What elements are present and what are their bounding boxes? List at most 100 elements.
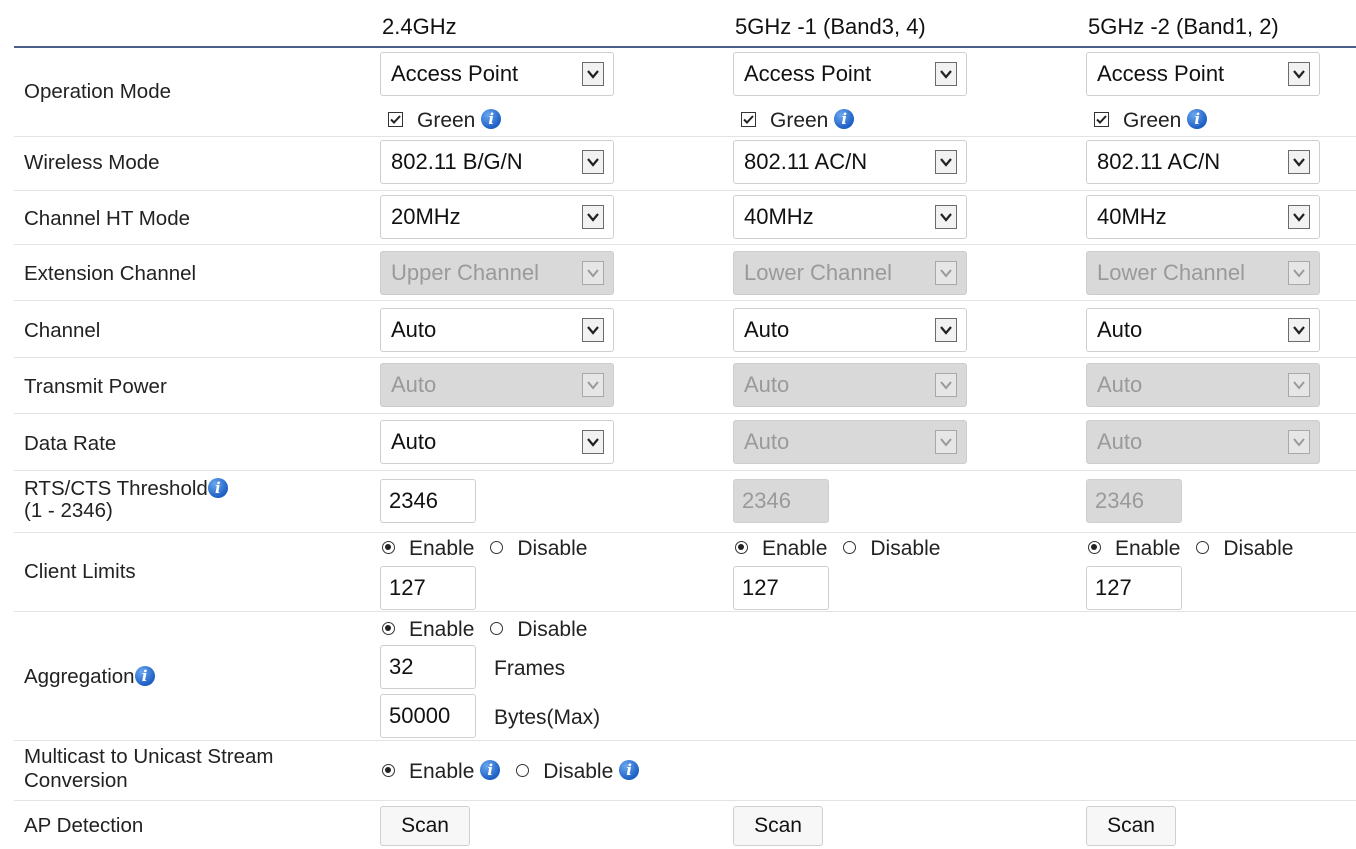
label-transmit-power: Transmit Power	[24, 375, 167, 398]
radio-disable[interactable]	[516, 763, 530, 777]
transmit-power-select-5ghz-1: Auto	[733, 363, 967, 407]
green-checkbox-5ghz-1[interactable]: Green i	[741, 109, 855, 133]
row-divider	[14, 190, 1356, 191]
checkbox-checked-icon[interactable]	[1094, 111, 1109, 127]
transmit-power-select-5ghz-2: Auto	[1086, 363, 1320, 407]
multicast-radio-group: Enable i Disable i	[382, 760, 640, 784]
scan-button-2-4ghz[interactable]: Scan	[380, 806, 470, 846]
label-operation-mode: Operation Mode	[24, 80, 172, 103]
label-wireless-mode: Wireless Mode	[24, 151, 160, 174]
aggregation-frames-input[interactable]: 32	[380, 645, 476, 689]
green-label: Green	[1123, 109, 1182, 132]
radio-enable[interactable]	[735, 540, 748, 554]
select-value: Auto	[744, 317, 790, 342]
select-value: Auto	[1097, 372, 1143, 397]
label-client-limits: Client Limits	[24, 560, 136, 583]
client-limits-input-5ghz-1[interactable]: 127	[733, 566, 829, 610]
chevron-down-icon	[1288, 261, 1310, 285]
label-data-rate: Data Rate	[24, 432, 117, 455]
radio-disable-label: Disable	[1223, 537, 1294, 560]
channel-select-5ghz-1[interactable]: Auto	[733, 308, 967, 352]
chevron-down-icon	[1288, 150, 1310, 174]
label-aggregation: Aggregation i	[24, 666, 155, 688]
operation-mode-select-5ghz-1[interactable]: Access Point	[733, 52, 967, 96]
chevron-down-icon	[935, 205, 957, 229]
green-checkbox-5ghz-2[interactable]: Green i	[1094, 109, 1208, 133]
channel-ht-mode-select-2-4ghz[interactable]: 20MHz	[380, 195, 614, 239]
wireless-mode-select-5ghz-1[interactable]: 802.11 AC/N	[733, 140, 967, 184]
info-icon[interactable]: i	[1187, 109, 1208, 130]
radio-enable-label: Enable	[409, 760, 475, 783]
chevron-down-icon	[1288, 430, 1310, 454]
client-limits-radio-group-5ghz-2: Enable Disable	[1088, 537, 1293, 561]
client-limits-input-5ghz-2[interactable]: 127	[1086, 566, 1182, 610]
radio-disable[interactable]	[1196, 540, 1210, 554]
radio-enable-label: Enable	[1115, 537, 1181, 560]
checkbox-checked-icon[interactable]	[741, 111, 756, 127]
radio-enable[interactable]	[382, 540, 395, 554]
chevron-down-icon	[1288, 205, 1310, 229]
label-rts-cts-threshold: RTS/CTS Threshold i	[24, 478, 228, 500]
select-value: 40MHz	[744, 204, 814, 229]
operation-mode-select-2-4ghz[interactable]: Access Point	[380, 52, 614, 96]
chevron-down-icon	[935, 430, 957, 454]
client-limits-input-2-4ghz[interactable]: 127	[380, 566, 476, 610]
radio-disable[interactable]	[490, 621, 504, 635]
select-value: 802.11 AC/N	[744, 149, 868, 174]
info-icon[interactable]: i	[480, 760, 501, 781]
row-divider	[14, 611, 1356, 612]
data-rate-select-5ghz-2: Auto	[1086, 420, 1320, 464]
info-icon[interactable]: i	[134, 665, 155, 686]
radio-disable-label: Disable	[517, 537, 588, 560]
green-label: Green	[417, 109, 476, 132]
channel-select-2-4ghz[interactable]: Auto	[380, 308, 614, 352]
rts-cts-threshold-input-5ghz-2: 2346	[1086, 479, 1182, 523]
info-icon[interactable]: i	[834, 109, 855, 130]
green-label: Green	[770, 109, 829, 132]
select-value: Auto	[1097, 317, 1143, 342]
row-divider	[14, 800, 1356, 801]
select-value: Lower Channel	[1097, 260, 1245, 285]
row-divider	[14, 740, 1356, 741]
wireless-mode-select-5ghz-2[interactable]: 802.11 AC/N	[1086, 140, 1320, 184]
client-limits-radio-group-2-4ghz: Enable Disable	[382, 537, 587, 561]
radio-enable[interactable]	[382, 763, 395, 777]
radio-disable-label: Disable	[870, 537, 941, 560]
select-value: Access Point	[1097, 61, 1225, 86]
rts-cts-label-text: RTS/CTS Threshold	[24, 477, 208, 500]
operation-mode-select-5ghz-2[interactable]: Access Point	[1086, 52, 1320, 96]
scan-button-5ghz-1[interactable]: Scan	[733, 806, 823, 846]
green-checkbox-2-4ghz[interactable]: Green i	[388, 109, 502, 133]
info-icon[interactable]: i	[207, 477, 228, 498]
client-limits-radio-group-5ghz-1: Enable Disable	[735, 537, 940, 561]
data-rate-select-2-4ghz[interactable]: Auto	[380, 420, 614, 464]
scan-button-5ghz-2[interactable]: Scan	[1086, 806, 1176, 846]
extension-channel-select-5ghz-2: Lower Channel	[1086, 251, 1320, 295]
info-icon[interactable]: i	[481, 109, 502, 130]
select-value: Access Point	[744, 61, 872, 86]
info-icon[interactable]: i	[619, 760, 640, 781]
aggregation-bytes-input[interactable]: 50000	[380, 694, 476, 738]
select-value: 802.11 AC/N	[1097, 149, 1221, 174]
radio-enable[interactable]	[382, 621, 395, 635]
radio-disable[interactable]	[490, 540, 504, 554]
bytes-unit-label: Bytes(Max)	[494, 706, 601, 729]
radio-disable-label: Disable	[517, 618, 588, 641]
checkbox-checked-icon[interactable]	[388, 111, 403, 127]
row-divider	[14, 244, 1356, 245]
chevron-down-icon	[1288, 62, 1310, 86]
chevron-down-icon	[935, 150, 957, 174]
chevron-down-icon	[1288, 318, 1310, 342]
channel-ht-mode-select-5ghz-1[interactable]: 40MHz	[733, 195, 967, 239]
label-rts-cts-range: (1 - 2346)	[24, 499, 113, 522]
channel-select-5ghz-2[interactable]: Auto	[1086, 308, 1320, 352]
rts-cts-threshold-input-2-4ghz[interactable]: 2346	[380, 479, 476, 523]
radio-disable-label: Disable	[543, 760, 614, 783]
column-header-2-4ghz: 2.4GHz	[382, 14, 457, 39]
channel-ht-mode-select-5ghz-2[interactable]: 40MHz	[1086, 195, 1320, 239]
radio-disable[interactable]	[843, 540, 857, 554]
radio-enable[interactable]	[1088, 540, 1101, 554]
extension-channel-select-2-4ghz: Upper Channel	[380, 251, 614, 295]
wireless-mode-select-2-4ghz[interactable]: 802.11 B/G/N	[380, 140, 614, 184]
select-value: Upper Channel	[391, 260, 539, 285]
